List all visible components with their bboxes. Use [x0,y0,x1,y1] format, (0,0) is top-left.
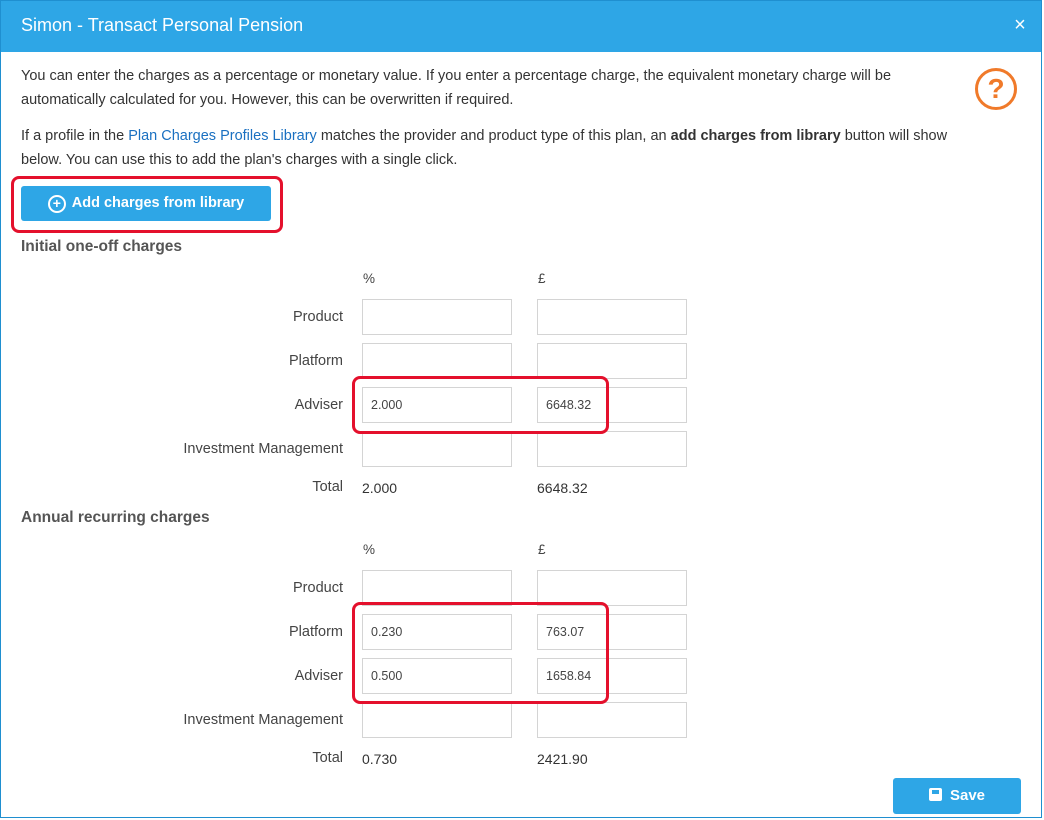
plus-circle-icon: + [47,195,66,213]
annual-investment-pound-input[interactable] [537,702,687,738]
annual-product-percent-input[interactable] [362,570,512,606]
annual-total-label: Total [312,750,343,766]
charges-dialog: Simon - Transact Personal Pension × You … [0,0,1042,818]
save-disk-icon [928,788,942,801]
annual-row-investment-label: Investment Management [183,712,343,728]
annual-total-percent: 0.730 [362,751,398,767]
initial-row-platform-label: Platform [289,353,343,369]
initial-investment-percent-input[interactable] [362,431,512,467]
help-icon[interactable]: ? [975,68,1017,110]
plan-charges-library-link[interactable]: Plan Charges Profiles Library [128,128,317,144]
library-text-pre: If a profile in the [21,128,129,144]
initial-col-pound: £ [538,271,546,286]
initial-col-percent: % [363,271,376,286]
annual-row-platform-label: Platform [289,624,343,640]
initial-platform-percent-input[interactable] [362,343,512,379]
initial-row-investment-label: Investment Management [183,441,343,457]
dialog-header: Simon - Transact Personal Pension × [1,1,1041,52]
annual-col-pound: £ [538,542,546,557]
add-charges-from-library-button[interactable]: + Add charges from library [21,186,271,221]
annual-col-percent: % [363,542,376,557]
initial-row-adviser-label: Adviser [294,397,343,413]
dialog-title: Simon - Transact Personal Pension [21,15,304,35]
library-text-mid: matches the provider and product type of… [316,128,671,144]
save-button[interactable]: Save [893,778,1021,814]
initial-total-percent: 2.000 [362,480,398,496]
initial-charges-heading: Initial one-off charges [21,238,183,255]
initial-row-product-label: Product [293,309,343,325]
library-text-post: button will show [840,128,948,144]
annual-row-adviser-label: Adviser [294,668,343,684]
library-text-bold: add charges from library [670,128,841,144]
annual-product-pound-input[interactable] [537,570,687,606]
annual-charges-heading: Annual recurring charges [21,509,210,526]
annual-investment-percent-input[interactable] [362,702,512,738]
intro-line-1: You can enter the charges as a percentag… [21,68,892,84]
intro-paragraph: You can enter the charges as a percentag… [21,64,891,112]
initial-product-percent-input[interactable] [362,299,512,335]
save-label: Save [949,787,986,804]
highlight-box-annual-platform-adviser [352,602,609,704]
library-paragraph: If a profile in the Plan Charges Profile… [21,124,947,172]
initial-product-pound-input[interactable] [537,299,687,335]
highlight-box-initial-adviser [352,376,609,434]
initial-total-pound: 6648.32 [537,480,588,496]
close-icon[interactable]: × [1009,14,1031,36]
library-line-2: below. You can use this to add the plan'… [21,152,458,168]
add-charges-label: Add charges from library [71,195,245,211]
initial-investment-pound-input[interactable] [537,431,687,467]
initial-total-label: Total [312,479,343,495]
initial-platform-pound-input[interactable] [537,343,687,379]
annual-row-product-label: Product [293,580,343,596]
intro-line-2: automatically calculated for you. Howeve… [21,92,514,108]
annual-total-pound: 2421.90 [537,751,588,767]
